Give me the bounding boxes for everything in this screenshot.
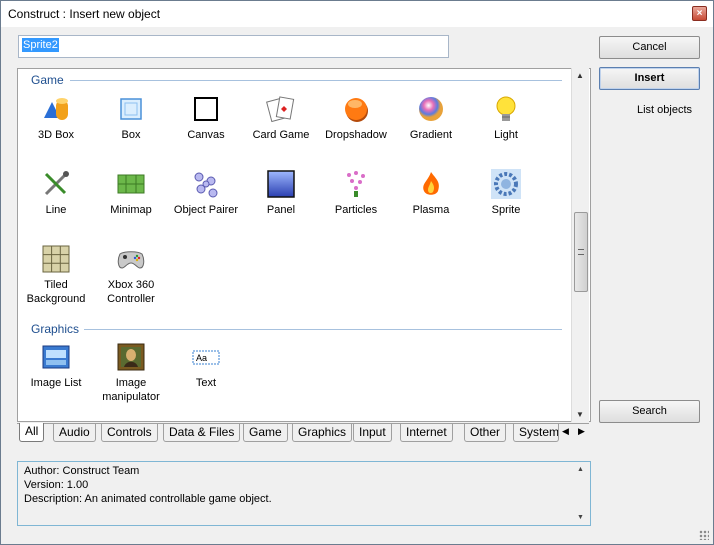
search-button[interactable]: Search [599,400,700,423]
object-list-scrollbar[interactable]: ▲ ▼ [571,68,589,422]
section-divider [84,329,562,330]
tab-scroll-left-icon[interactable]: ◀ [562,426,569,437]
object-box[interactable]: Box [93,94,169,142]
close-button[interactable]: × [692,6,707,21]
object-particles[interactable]: Particles [318,169,394,217]
object-image-list[interactable]: Image List [18,342,94,390]
insert-button[interactable]: Insert [599,67,700,90]
object-text[interactable]: Aa Text [168,342,244,390]
object-label: Card Game [252,129,310,141]
scroll-up-arrow-icon[interactable]: ▲ [577,466,584,473]
object-label: Minimap [110,204,152,216]
object-name-value: Sprite2 [22,38,59,52]
object-minimap[interactable]: Minimap [93,169,169,217]
object-label: Sprite [491,204,521,216]
object-label: Dropshadow [325,129,387,141]
object-label: Object Pairer [173,204,239,216]
object-label: Gradient [409,129,453,141]
panel-icon [266,169,296,199]
object-label: Box [121,129,141,141]
tab-graphics[interactable]: Graphics [292,424,353,442]
object-light[interactable]: Light [468,94,544,142]
tab-system[interactable]: System [513,424,559,442]
tab-all[interactable]: All [19,423,45,442]
scroll-down-arrow-icon[interactable]: ▼ [577,514,584,521]
cancel-button[interactable]: Cancel [599,36,700,59]
list-objects-link[interactable]: List objects [637,104,692,116]
scroll-down-arrow-icon[interactable]: ▼ [576,410,584,419]
object-label: Light [494,129,518,141]
description-scrollbar[interactable]: ▲ ▼ [574,464,588,523]
particles-icon [341,169,371,199]
xbox-controller-icon [116,244,146,274]
object-label: Image List [30,377,82,389]
object-label: Tiled Background [26,279,86,305]
image-manipulator-icon [116,342,146,372]
object-xbox-360-controller[interactable]: Xbox 360 Controller [93,244,169,306]
object-label: Particles [334,204,378,216]
description-version: Version: 1.00 [24,479,89,491]
text-icon: Aa [191,342,221,372]
text-icon-glyph: Aa [196,353,207,363]
object-canvas[interactable]: Canvas [168,94,244,142]
tab-controls[interactable]: Controls [101,424,158,442]
window-title: Construct : Insert new object [8,7,161,21]
tab-internet[interactable]: Internet [400,424,453,442]
object-label: Image manipulator [102,377,160,403]
object-object-pairer[interactable]: Object Pairer [168,169,244,217]
object-label: Line [45,204,67,216]
object-label: Text [195,377,217,389]
tab-game[interactable]: Game [243,424,288,442]
object-plasma[interactable]: Plasma [393,169,469,217]
object-label: Xbox 360 Controller [107,279,155,305]
object-description-box: Author: Construct Team Version: 1.00 Des… [17,461,591,526]
tab-audio[interactable]: Audio [53,424,96,442]
gradient-icon [416,94,446,124]
description-author: Author: Construct Team [24,465,140,477]
insert-object-dialog: Construct : Insert new object × Sprite2 … [0,0,714,545]
object-pairer-icon [191,169,221,199]
object-name-input[interactable]: Sprite2 [18,35,449,58]
object-gradient[interactable]: Gradient [393,94,469,142]
scrollbar-grip [578,249,584,255]
tab-other[interactable]: Other [464,424,507,442]
description-text: Description: An animated controllable ga… [24,493,272,505]
object-label: Canvas [187,129,225,141]
3d-box-icon [41,94,71,124]
object-dropshadow[interactable]: Dropshadow [318,94,394,142]
light-bulb-icon [491,94,521,124]
object-panel[interactable]: Panel [243,169,319,217]
object-sprite[interactable]: Sprite [468,169,544,217]
object-card-game[interactable]: Card Game [243,94,319,142]
tab-scroll-right-icon[interactable]: ▶ [578,426,585,437]
tab-input[interactable]: Input [353,424,392,442]
resize-grip-icon[interactable] [699,530,709,540]
canvas-icon [191,94,221,124]
tiled-background-icon [41,244,71,274]
card-game-icon [266,94,296,124]
line-tools-icon [41,169,71,199]
object-3d-box[interactable]: 3D Box [18,94,94,142]
sprite-icon [491,169,521,199]
object-image-manipulator[interactable]: Image manipulator [93,342,169,404]
scroll-up-arrow-icon[interactable]: ▲ [576,71,584,80]
section-title-graphics: Graphics [31,322,80,336]
plasma-icon [416,169,446,199]
object-label: Panel [266,204,296,216]
object-line[interactable]: Line [18,169,94,217]
minimap-icon [116,169,146,199]
object-label: 3D Box [37,129,75,141]
section-divider [70,80,562,81]
dropshadow-icon [341,94,371,124]
box-icon [116,94,146,124]
category-tabs: All Audio Controls Data & Files Game Gra… [17,423,589,443]
tab-data-files[interactable]: Data & Files [163,424,241,442]
object-list-panel: Game 3D Box Box Canvas Card Game Dropsha… [17,68,591,422]
scrollbar-thumb[interactable] [574,212,588,292]
object-tiled-background[interactable]: Tiled Background [18,244,94,306]
title-bar: Construct : Insert new object × [1,1,713,27]
section-title-game: Game [31,73,64,87]
image-list-icon [41,342,71,372]
object-label: Plasma [412,204,450,216]
